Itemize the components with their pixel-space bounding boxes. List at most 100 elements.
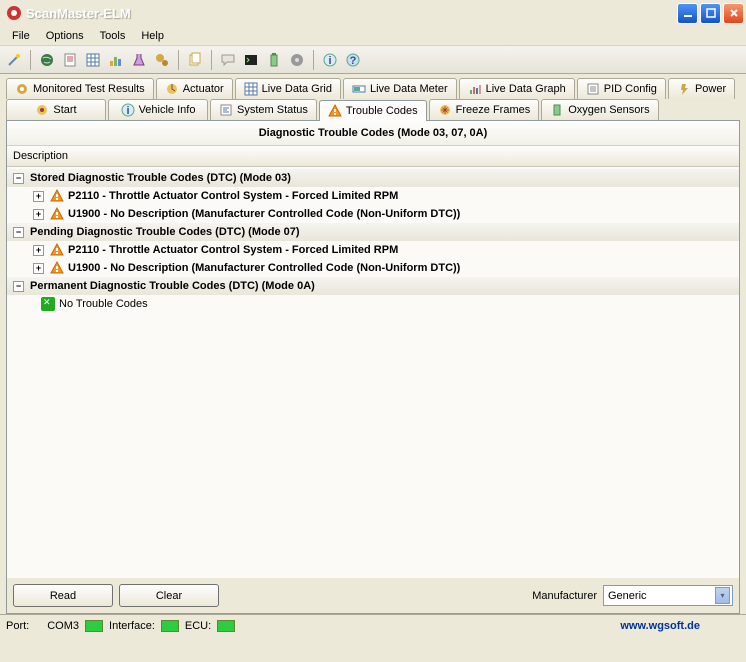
oxygen-icon [550,103,564,117]
menu-options[interactable]: Options [38,28,92,44]
column-header-description[interactable]: Description [7,146,739,167]
expand-icon[interactable]: + [33,263,44,274]
toolbar-copy-icon[interactable] [185,50,205,70]
toolbar-chart-icon[interactable] [106,50,126,70]
toolbar-terminal-icon[interactable] [241,50,261,70]
tree-dtc-item[interactable]: + P2110 - Throttle Actuator Control Syste… [7,187,739,205]
menu-help[interactable]: Help [133,28,172,44]
tab-start[interactable]: Start [6,99,106,120]
toolbar-battery-icon[interactable] [264,50,284,70]
app-icon [6,5,22,21]
interface-led-icon [161,620,179,632]
maximize-button[interactable] [700,3,721,24]
tab-label: Monitored Test Results [33,83,145,95]
tab-system-status[interactable]: System Status [210,99,317,120]
toolbar-globe-icon[interactable] [37,50,57,70]
tab-vehicle-info[interactable]: iVehicle Info [108,99,208,120]
tab-power[interactable]: Power [668,78,735,99]
toolbar-flask-icon[interactable] [129,50,149,70]
dtc-tree[interactable]: −Stored Diagnostic Trouble Codes (DTC) (… [7,167,739,578]
clear-button[interactable]: Clear [119,584,219,607]
toolbar-separator [178,50,179,70]
tab-freeze-frames[interactable]: Freeze Frames [429,99,540,120]
chevron-down-icon: ▾ [715,587,730,604]
manufacturer-select[interactable]: Generic ▾ [603,585,733,606]
close-button[interactable] [723,3,744,24]
tree-dtc-item[interactable]: +U1900 - No Description (Manufacturer Co… [7,205,739,223]
window-title: ScanMaster-ELM [26,6,675,21]
warning-icon [50,261,64,275]
status-url[interactable]: www.wgsoft.de [620,620,700,632]
toolbar-doc-icon[interactable] [60,50,80,70]
item-label: P2110 - Throttle Actuator Control System… [68,244,398,256]
power-icon [677,82,691,96]
tab-live-data-grid[interactable]: Live Data Grid [235,78,341,99]
tree-dtc-item[interactable]: + P2110 - Throttle Actuator Control Syste… [7,241,739,259]
manufacturer-label: Manufacturer [532,590,597,602]
toolbar-wand-icon[interactable] [4,50,24,70]
toolbar-info-icon[interactable]: i [320,50,340,70]
tree-leaf[interactable]: No Trouble Codes [7,295,739,313]
status-interface-label: Interface: [109,620,155,632]
warning-icon [50,243,64,257]
status-bar: Port: COM3 Interface: ECU: www.wgsoft.de [0,614,746,636]
toolbar-separator [313,50,314,70]
collapse-icon[interactable]: − [13,281,24,292]
tab-label: Oxygen Sensors [568,104,649,116]
toolbar-gears-icon[interactable] [152,50,172,70]
info-icon: i [121,103,135,117]
tab-label: System Status [237,104,308,116]
svg-text:i: i [126,105,129,117]
group-label: Pending Diagnostic Trouble Codes (DTC) (… [30,226,300,238]
tab-live-data-graph[interactable]: Live Data Graph [459,78,575,99]
tab-pid-config[interactable]: PID Config [577,78,666,99]
tree-group[interactable]: −Stored Diagnostic Trouble Codes (DTC) (… [7,169,739,187]
group-label: Stored Diagnostic Trouble Codes (DTC) (M… [30,172,291,184]
tab-label: Freeze Frames [456,104,531,116]
tab-label: Trouble Codes [346,105,418,117]
toolbar-disc-icon[interactable] [287,50,307,70]
tab-live-data-meter[interactable]: Live Data Meter [343,78,457,99]
tree-group[interactable]: −Pending Diagnostic Trouble Codes (DTC) … [7,223,739,241]
item-label: No Trouble Codes [59,298,148,310]
menu-tools[interactable]: Tools [92,28,134,44]
tree-group[interactable]: −Permanent Diagnostic Trouble Codes (DTC… [7,277,739,295]
tab-actuator[interactable]: Actuator [156,78,233,99]
ecu-led-icon [217,620,235,632]
grid-icon [244,82,258,96]
title-bar: ScanMaster-ELM [0,0,746,26]
group-label: Permanent Diagnostic Trouble Codes (DTC)… [30,280,315,292]
tab-label: Live Data Grid [262,83,332,95]
tree-dtc-item[interactable]: +U1900 - No Description (Manufacturer Co… [7,259,739,277]
warn-icon [328,104,342,118]
tab-oxygen-sensors[interactable]: Oxygen Sensors [541,99,658,120]
collapse-icon[interactable]: − [13,227,24,238]
read-button[interactable]: Read [13,584,113,607]
menu-file[interactable]: File [4,28,38,44]
tab-label: Live Data Meter [370,83,448,95]
svg-text:?: ? [350,55,357,67]
minimize-button[interactable] [677,3,698,24]
tab-trouble-codes[interactable]: Trouble Codes [319,100,427,121]
tabs-row-lower: Start iVehicle Info System Status Trouble C… [0,99,746,120]
expand-icon[interactable]: + [33,245,44,256]
freeze-icon [438,103,452,117]
collapse-icon[interactable]: − [13,173,24,184]
status-icon [219,103,233,117]
toolbar: i ? [0,46,746,74]
toolbar-grid-icon[interactable] [83,50,103,70]
ok-icon [41,297,55,311]
panel-bottom-bar: Read Clear Manufacturer Generic ▾ [7,578,739,613]
graph-icon [468,82,482,96]
status-port-value: COM3 [47,620,79,632]
warning-icon [50,189,64,203]
toolbar-chat-icon[interactable] [218,50,238,70]
tab-label: Live Data Graph [486,83,566,95]
tab-monitored-test-results[interactable]: Monitored Test Results [6,78,154,99]
toolbar-help-icon[interactable]: ? [343,50,363,70]
gear-icon [15,82,29,96]
expand-icon[interactable]: + [33,191,44,202]
tab-label: Start [53,104,76,116]
item-label: P2110 - Throttle Actuator Control System… [68,190,398,202]
expand-icon[interactable]: + [33,209,44,220]
